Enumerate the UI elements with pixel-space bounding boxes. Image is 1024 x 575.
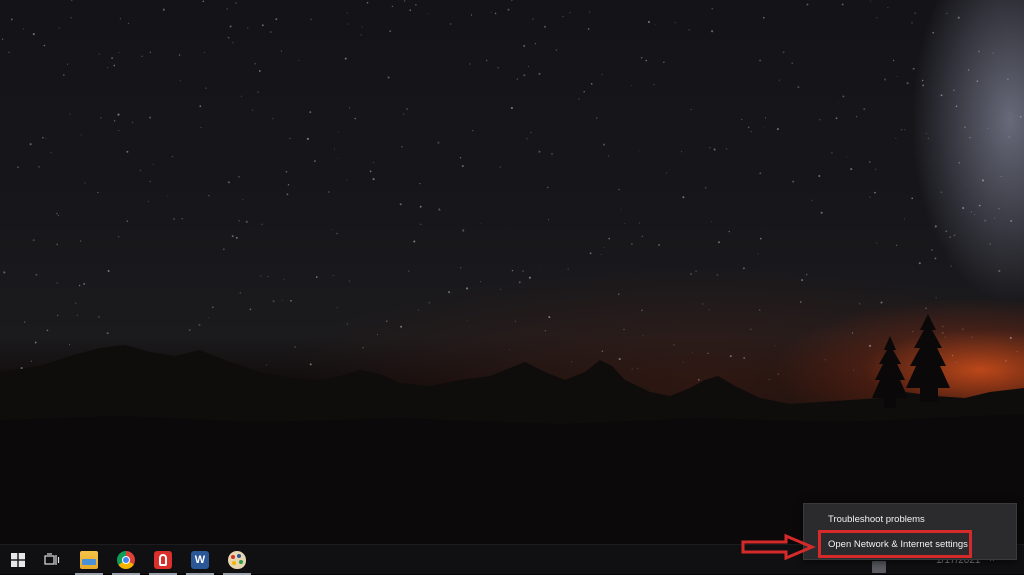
network-tray-icon[interactable] <box>872 561 886 573</box>
paint-palette-icon <box>228 551 246 569</box>
word-icon: W <box>191 551 209 569</box>
folder-icon <box>80 551 98 569</box>
task-view-icon <box>44 553 60 565</box>
menu-item-open-network-internet-settings[interactable]: Open Network & Internet settings <box>804 534 1016 556</box>
windows-logo-icon <box>11 553 25 567</box>
word-button[interactable]: W <box>182 545 218 575</box>
menu-item-troubleshoot-problems[interactable]: Troubleshoot problems <box>804 509 1016 531</box>
desktop-wallpaper <box>0 0 1024 544</box>
annotation-arrow-icon <box>741 533 816 561</box>
wallpaper-art <box>0 0 1024 544</box>
paint-button[interactable] <box>219 545 255 575</box>
file-explorer-button[interactable] <box>71 545 107 575</box>
red-app-icon <box>154 551 172 569</box>
chrome-button[interactable] <box>108 545 144 575</box>
red-app-button[interactable] <box>145 545 181 575</box>
network-context-menu: Troubleshoot problems Open Network & Int… <box>803 503 1017 560</box>
browser-icon <box>117 551 135 569</box>
task-view-button[interactable] <box>34 545 70 575</box>
start-button[interactable] <box>0 545 36 575</box>
stars <box>1 0 1022 381</box>
